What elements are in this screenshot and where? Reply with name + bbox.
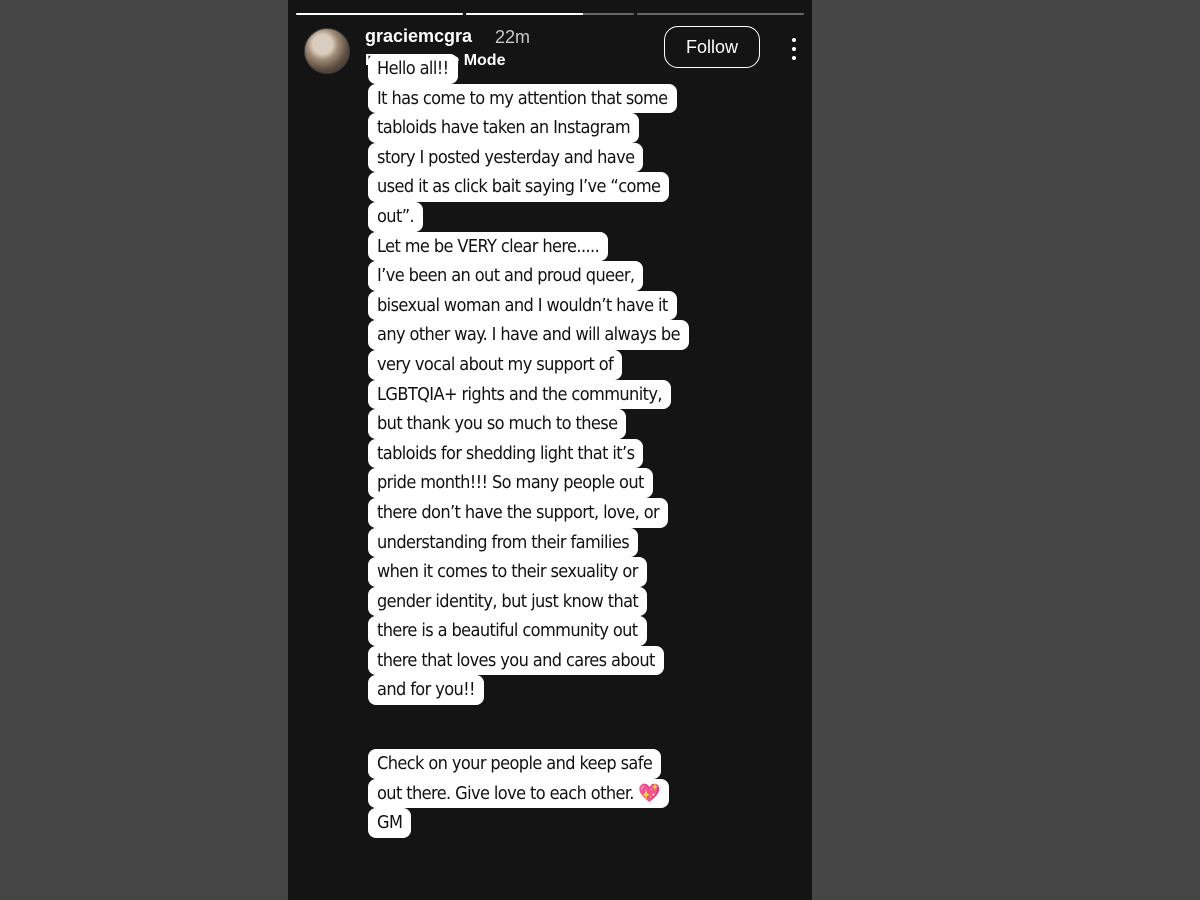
- message-text: Hello all!! It has come to my attention t…: [368, 54, 689, 706]
- timestamp: 22m: [495, 27, 531, 47]
- message-line: pride month!!! So many people out: [368, 468, 653, 498]
- progress-segment: [466, 13, 634, 15]
- avatar[interactable]: [304, 28, 350, 74]
- message-line: out”.: [368, 201, 424, 232]
- message-line: but thank you so much to these: [368, 409, 627, 439]
- progress-fill: [466, 13, 584, 15]
- progress-segment: [636, 13, 804, 15]
- story-viewer[interactable]: graciemcgra 22m From Create Mode Follow …: [288, 0, 812, 900]
- closing-text: Check on your people and keep safe out th…: [368, 749, 689, 838]
- message-line: any other way. I have and will always be: [368, 320, 689, 350]
- story-text-overlay: Hello all!! It has come to my attention t…: [368, 54, 689, 838]
- progress-fill: [296, 13, 464, 15]
- sparkling-heart-icon: 💖: [633, 782, 661, 804]
- username[interactable]: graciemcgra: [365, 26, 472, 47]
- message-line: and for you!!: [368, 675, 484, 706]
- message-line: used it as click bait saying I’ve “come: [368, 172, 670, 202]
- message-line: when it comes to their sexuality or: [368, 557, 647, 587]
- message-line: there that loves you and cares about: [368, 645, 664, 676]
- message-line: Hello all!!: [368, 54, 458, 84]
- message-line: story I posted yesterday and have: [368, 142, 644, 173]
- closing-line: Check on your people and keep safe: [368, 749, 662, 779]
- message-line: tabloids have taken an Instagram: [368, 113, 640, 143]
- message-line: It has come to my attention that some: [368, 83, 677, 114]
- message-line: Let me be VERY clear here.....: [368, 231, 609, 262]
- message-line: there is a beautiful community out: [368, 616, 647, 646]
- message-line: gender identity, but just know that: [368, 586, 648, 617]
- closing-line-text: Check on your people and keep safe: [377, 753, 653, 775]
- message-line: very vocal about my support of: [368, 349, 623, 380]
- message-line: I’ve been an out and proud queer,: [368, 261, 644, 291]
- story-progress-bar: [296, 13, 804, 16]
- more-options-icon[interactable]: [791, 38, 797, 60]
- message-line: there don’t have the support, love, or: [368, 497, 669, 528]
- message-line: LGBTQIA+ rights and the community,: [368, 379, 671, 410]
- progress-segment: [296, 13, 464, 15]
- closing-line-text: out there. Give love to each other.: [377, 782, 634, 804]
- message-line: bisexual woman and I wouldn’t have it: [368, 290, 677, 321]
- message-line: understanding from their families: [368, 527, 639, 558]
- closing-line: out there. Give love to each other. 💖: [368, 778, 670, 809]
- message-line: tabloids for shedding light that it’s: [368, 438, 644, 469]
- closing-line-text: GM: [377, 812, 403, 834]
- closing-line: GM: [368, 808, 412, 838]
